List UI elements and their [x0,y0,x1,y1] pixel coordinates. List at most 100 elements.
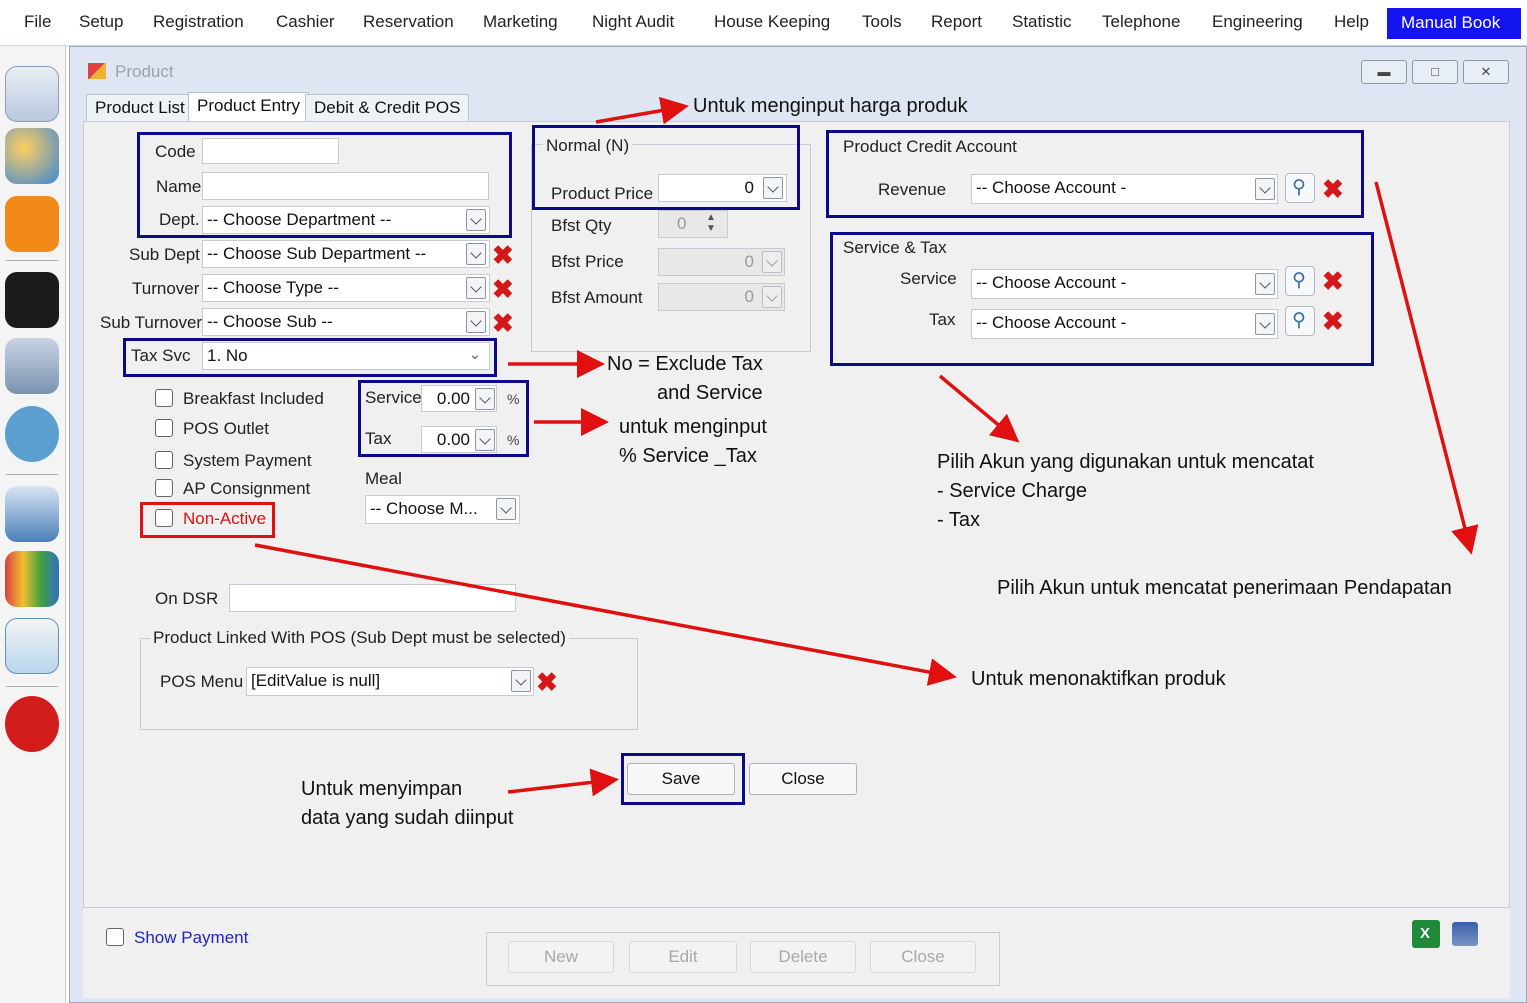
pos-menu-label: POS Menu [160,672,244,691]
annotation-box-pct [358,380,529,457]
excel-export-icon[interactable]: X [1412,920,1440,948]
bfst-price-dropdown-icon[interactable] [762,251,782,273]
sidebar [0,46,66,1003]
menu-telephone[interactable]: Telephone [1102,12,1180,32]
annotation-box-code-name-dept [137,132,512,238]
breakfast-included-label: Breakfast Included [183,389,324,408]
rooms-available-icon[interactable] [5,406,59,462]
meal-label: Meal [365,469,402,488]
note-account-2: - Service Charge [937,480,1088,502]
turnover-label: Turnover [132,279,200,298]
subdept-label: Sub Dept [129,245,200,264]
clear-pos-menu-icon[interactable]: ✖ [536,669,558,695]
ondsr-input[interactable] [229,584,516,612]
clear-subturnover-icon[interactable]: ✖ [492,310,514,336]
pos-outlet-label: POS Outlet [183,419,269,438]
annotation-box-service-tax-account [830,232,1374,366]
note-pct-1: untuk menginput [619,416,767,438]
minimize-button[interactable]: ▬ [1361,60,1407,84]
power-icon[interactable] [5,696,59,752]
pie-report-icon[interactable] [5,618,59,674]
menu-tools[interactable]: Tools [862,12,902,32]
note-account-1: Pilih Akun yang digunakan untuk mencatat [937,451,1314,473]
turnover-select[interactable]: -- Choose Type -- [202,274,490,302]
menu-file[interactable]: File [24,12,51,32]
annotation-box-non-active [140,502,275,538]
subdept-dropdown-icon[interactable] [466,243,486,265]
menu-setup[interactable]: Setup [79,12,123,32]
ondsr-label: On DSR [155,589,219,608]
note-save-1: Untuk menyimpan [301,778,463,800]
menu-help[interactable]: Help [1334,12,1369,32]
calendar-icon[interactable] [5,272,59,328]
ap-consignment-label: AP Consignment [183,479,311,498]
subturnover-select[interactable]: -- Choose Sub -- [202,308,490,336]
breakfast-included-checkbox[interactable] [155,389,173,407]
pos-group-title: Product Linked With POS (Sub Dept must b… [150,628,569,648]
report-form-icon[interactable] [5,66,59,122]
users-group-icon[interactable] [5,128,59,184]
show-payment-checkbox[interactable] [106,928,124,946]
menu-night-audit[interactable]: Night Audit [592,12,674,32]
menu-marketing[interactable]: Marketing [483,12,558,32]
manual-book-button[interactable]: Manual Book [1387,8,1521,39]
note-pct-2: % Service _Tax [619,445,757,467]
note-price: Untuk menginput harga produk [693,95,968,117]
annotation-box-save [621,753,745,805]
bfst-amount-label: Bfst Amount [551,288,643,307]
system-payment-label: System Payment [183,451,312,470]
subturnover-label: Sub Turnover [100,313,203,332]
clear-turnover-icon[interactable]: ✖ [492,276,514,302]
print-icon[interactable] [1452,922,1478,946]
note-account-3: - Tax [937,509,980,531]
pos-menu-select[interactable]: [EditValue is null] [246,667,534,696]
menu-engineering[interactable]: Engineering [1212,12,1303,32]
menu-statistic[interactable]: Statistic [1012,12,1072,32]
note-revenue: Pilih Akun untuk mencatat penerimaan Pen… [997,577,1452,599]
system-payment-checkbox[interactable] [155,451,173,469]
building-icon[interactable] [5,338,59,394]
shopping-cart-icon[interactable] [5,486,59,542]
window-title: Product [115,62,174,81]
annotation-box-credit-account [826,130,1364,218]
note-taxsvc-2: and Service [657,382,763,404]
clear-subdept-icon[interactable]: ✖ [492,242,514,268]
subturnover-dropdown-icon[interactable] [466,311,486,333]
bfst-qty-spin-icon[interactable]: ▲ ▼ [706,212,716,234]
subdept-select[interactable]: -- Choose Sub Department -- [202,240,490,268]
menu-house-keeping[interactable]: House Keeping [714,12,830,32]
bfst-price-label: Bfst Price [551,252,624,271]
turnover-dropdown-icon[interactable] [466,277,486,299]
menu-bar: File Setup Registration Cashier Reservat… [0,0,1527,46]
edit-button[interactable]: Edit [629,941,737,973]
tab-debit-credit-pos[interactable]: Debit & Credit POS [305,94,470,122]
note-taxsvc-1: No = Exclude Tax [607,353,763,375]
annotation-box-price [532,125,800,210]
menu-cashier[interactable]: Cashier [276,12,335,32]
annotation-box-taxsvc [123,338,497,377]
tab-product-entry[interactable]: Product Entry [188,92,309,122]
map-location-icon[interactable] [5,196,59,252]
meal-dropdown-icon[interactable] [496,498,516,520]
close-window-button[interactable]: ✕ [1463,60,1509,84]
note-save-2: data yang sudah diinput [301,807,514,829]
note-non-active: Untuk menonaktifkan produk [971,668,1226,690]
bfst-qty-input[interactable]: 0 [658,210,728,238]
bfst-amount-dropdown-icon[interactable] [762,286,782,308]
product-window-icon [88,63,106,79]
maximize-button[interactable]: □ [1412,60,1458,84]
bottom-close-button[interactable]: Close [870,941,976,973]
tab-product-list[interactable]: Product List [86,94,194,122]
pos-menu-dropdown-icon[interactable] [511,670,531,692]
bfst-qty-label: Bfst Qty [551,216,612,235]
show-payment-label: Show Payment [134,928,249,947]
delete-button[interactable]: Delete [750,941,856,973]
bar-chart-icon[interactable] [5,551,59,607]
menu-report[interactable]: Report [931,12,982,32]
pos-outlet-checkbox[interactable] [155,419,173,437]
ap-consignment-checkbox[interactable] [155,479,173,497]
menu-registration[interactable]: Registration [153,12,244,32]
close-button[interactable]: Close [749,763,857,795]
new-button[interactable]: New [508,941,614,973]
menu-reservation[interactable]: Reservation [363,12,454,32]
